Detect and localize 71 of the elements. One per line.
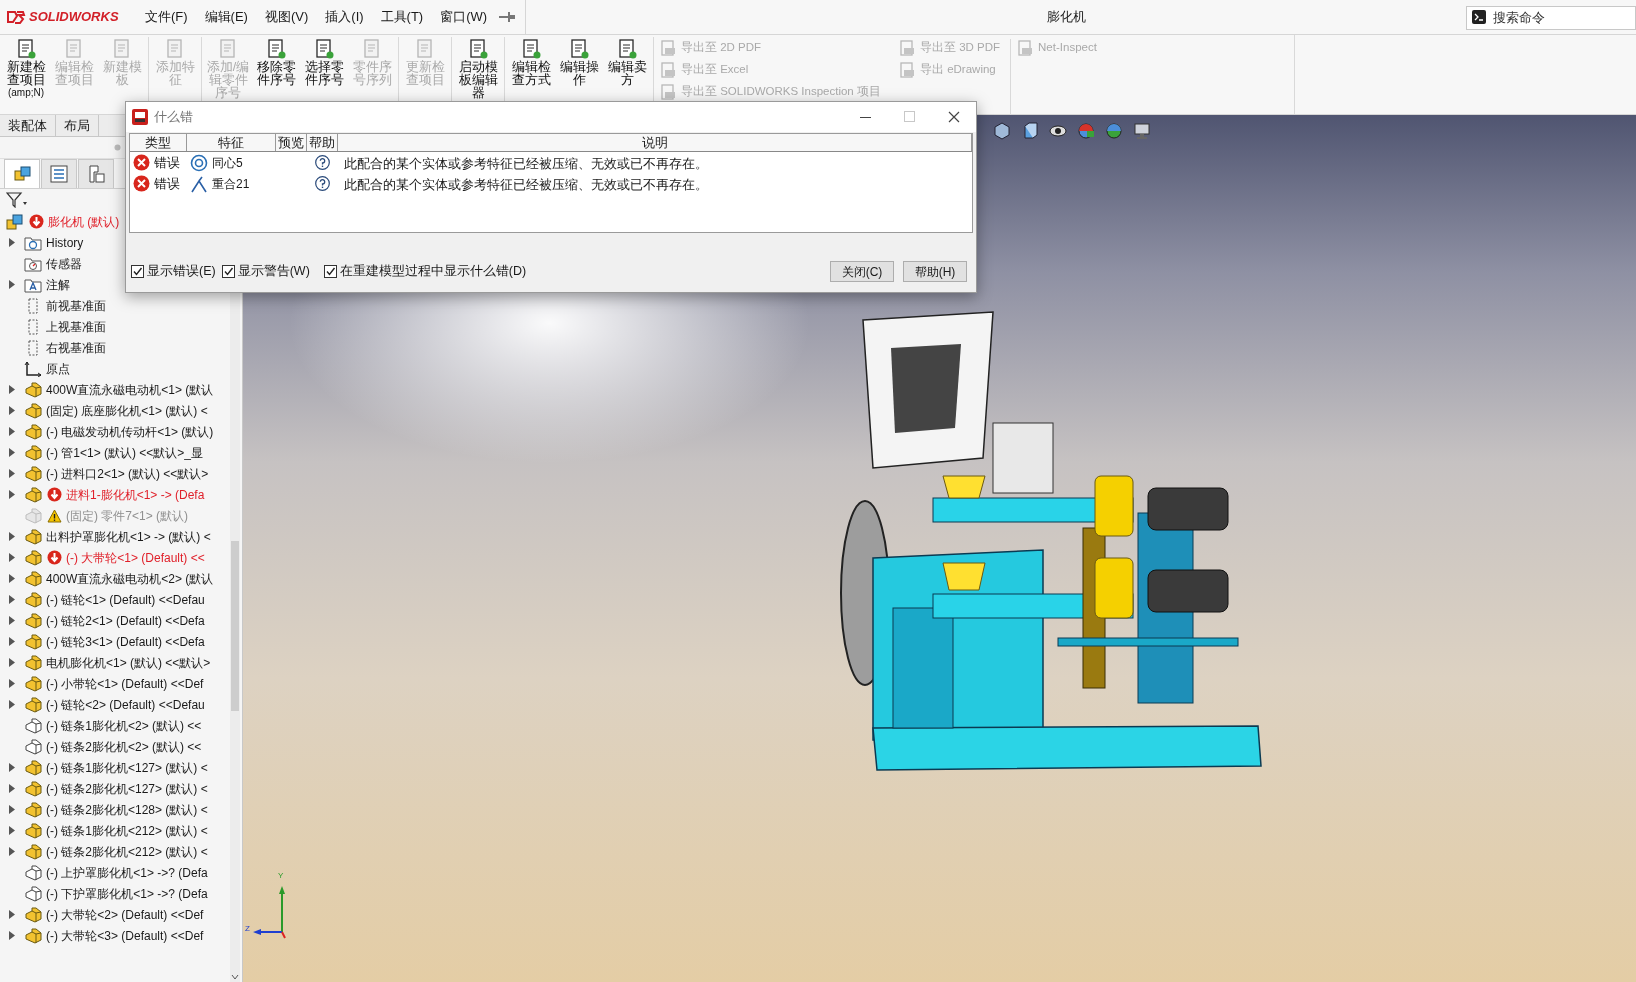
table-cell-text: 错误 bbox=[154, 174, 180, 193]
tree-item[interactable]: 电机膨化机<1> (默认) <<默认> bbox=[46, 653, 211, 672]
column-header[interactable]: 说明 bbox=[338, 134, 972, 151]
tree-item[interactable]: (-) 链条1膨化机<2> (默认) << bbox=[46, 716, 202, 735]
dialog-title: 什么错 bbox=[154, 108, 193, 127]
table-cell: 此配合的某个实体或参考特征已经被压缩、无效或已不再存在。 bbox=[344, 176, 708, 192]
tree-item[interactable]: 400W直流永磁电动机<1> (默认 bbox=[46, 380, 214, 399]
command-tab[interactable]: 装配体 bbox=[0, 115, 56, 136]
tree-item[interactable]: 右视基准面 bbox=[46, 338, 106, 357]
tree-item[interactable]: 原点 bbox=[46, 359, 70, 378]
tree-item[interactable]: (-) 下护罩膨化机<1> ->? (Defa bbox=[46, 884, 208, 903]
table-cell-text: 同心5 bbox=[212, 154, 243, 172]
tree-item[interactable]: (-) 链轮3<1> (Default) <<Defa bbox=[46, 632, 205, 651]
ribbon-button[interactable]: 选择零件序号 bbox=[300, 38, 348, 87]
menu-item[interactable]: 工具(T) bbox=[378, 7, 426, 27]
ribbon-button[interactable]: 新建检查项目 (amp;N) bbox=[2, 38, 50, 99]
checkbox-label: 在重建模型过程中显示什么错(D) bbox=[339, 263, 527, 281]
checkbox-label: 显示错误(E) bbox=[147, 263, 216, 281]
dialog-button[interactable]: 关闭(C) bbox=[830, 261, 894, 282]
ribbon-button[interactable]: 编辑卖方 bbox=[603, 38, 651, 87]
tree-item[interactable]: (-) 电磁发动机传动杆<1> (默认) bbox=[46, 422, 214, 441]
axis-label: Y bbox=[278, 870, 284, 882]
tree-item[interactable]: 上视基准面 bbox=[46, 317, 106, 336]
tree-item[interactable]: 前视基准面 bbox=[46, 296, 106, 315]
tree-item[interactable]: (-) 大带轮<2> (Default) <<Def bbox=[46, 905, 204, 924]
tree-item[interactable]: (-) 链条1膨化机<212> (默认) < bbox=[46, 821, 208, 840]
axis-label: Z bbox=[245, 923, 250, 935]
table-cell-text: 错误 bbox=[154, 153, 180, 172]
tree-item[interactable]: (-) 链轮<2> (Default) <<Defau bbox=[46, 695, 205, 714]
tree-item[interactable]: 传感器 bbox=[46, 254, 82, 273]
ribbon-button[interactable]: 编辑检查方式 bbox=[507, 38, 555, 87]
menu-item[interactable]: 编辑(E) bbox=[202, 7, 250, 27]
menu-item[interactable]: 文件(F) bbox=[143, 7, 190, 27]
tree-item[interactable]: (-) 大带轮<1> (Default) << bbox=[66, 548, 205, 567]
tree-item[interactable]: (-) 大带轮<3> (Default) <<Def bbox=[46, 926, 204, 945]
tree-item[interactable]: 注解 bbox=[46, 275, 70, 294]
column-header[interactable]: 类型 bbox=[130, 134, 187, 151]
ribbon-button[interactable]: 编辑操作 bbox=[555, 38, 603, 87]
document-title: 膨化机 bbox=[1046, 8, 1086, 27]
tree-item[interactable]: (-) 进料口2<1> (默认) <<默认> bbox=[46, 464, 209, 483]
menu-item[interactable]: 视图(V) bbox=[262, 7, 311, 27]
tree-item[interactable]: (-) 链条2膨化机<2> (默认) << bbox=[46, 737, 202, 756]
ribbon-button[interactable]: 启动模板编辑器 bbox=[454, 38, 502, 100]
command-tab[interactable]: 布局 bbox=[56, 115, 99, 136]
table-cell: 此配合的某个实体或参考特征已经被压缩、无效或已不再存在。 bbox=[344, 155, 708, 171]
tree-item[interactable]: (-) 链轮2<1> (Default) <<Defa bbox=[46, 611, 205, 630]
dialog-button[interactable]: 帮助(H) bbox=[903, 261, 967, 282]
column-header[interactable]: 特征 bbox=[187, 134, 276, 151]
checkbox-label: 显示警告(W) bbox=[237, 263, 310, 281]
tree-item[interactable]: History bbox=[46, 233, 84, 252]
search-field[interactable]: 搜索命令 bbox=[1466, 5, 1636, 30]
tree-item[interactable]: (-) 上护罩膨化机<1> ->? (Defa bbox=[46, 863, 208, 882]
tree-item[interactable]: 400W直流永磁电动机<2> (默认 bbox=[46, 569, 214, 588]
menu-item[interactable]: 窗口(W) bbox=[438, 7, 490, 27]
tree-item[interactable]: (-) 管1<1> (默认) <<默认>_显 bbox=[46, 443, 204, 462]
column-header[interactable]: 预览 bbox=[276, 134, 307, 151]
tree-item[interactable]: (固定) 底座膨化机<1> (默认) < bbox=[46, 401, 208, 420]
tree-item[interactable]: 膨化机 (默认) bbox=[48, 212, 120, 231]
tree-item[interactable]: (-) 链条1膨化机<127> (默认) < bbox=[46, 758, 208, 777]
ribbon-button[interactable]: 移除零件序号 bbox=[252, 38, 300, 87]
app-logo: SOLIDWORKS bbox=[29, 8, 119, 27]
tree-item[interactable]: (-) 链条2膨化机<127> (默认) < bbox=[46, 779, 208, 798]
menu-item[interactable]: 插入(I) bbox=[323, 7, 366, 27]
tree-item[interactable]: (-) 链轮<1> (Default) <<Defau bbox=[46, 590, 205, 609]
tree-item[interactable]: (-) 小带轮<1> (Default) <<Def bbox=[46, 674, 204, 693]
table-cell-text: 重合21 bbox=[212, 175, 250, 193]
column-header[interactable]: 帮助 bbox=[307, 134, 338, 151]
tree-item[interactable]: 进料1-膨化机<1> -> (Defa bbox=[66, 485, 205, 504]
tree-item[interactable]: 出料护罩膨化机<1> -> (默认) < bbox=[46, 527, 211, 546]
tree-item[interactable]: (-) 链条2膨化机<128> (默认) < bbox=[46, 800, 208, 819]
tree-item[interactable]: (-) 链条2膨化机<212> (默认) < bbox=[46, 842, 208, 861]
